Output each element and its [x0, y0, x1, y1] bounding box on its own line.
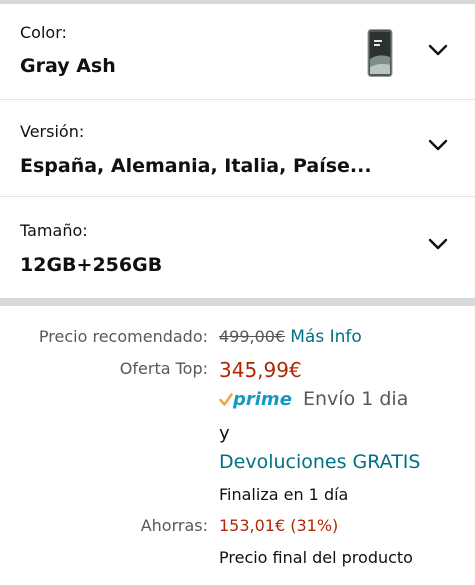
and-text: y	[219, 423, 230, 444]
list-price-label: Precio recomendado:	[38, 327, 208, 346]
savings-value: 153,01€ (31%)	[219, 516, 339, 535]
deal-ends-text: Finaliza en 1 día	[219, 485, 349, 504]
prime-check-icon	[219, 393, 233, 406]
shipping-text: Envío 1 dia	[303, 388, 409, 410]
variant-row-size[interactable]: Tamaño: 12GB+256GB	[0, 201, 475, 297]
variant-row-color[interactable]: Color: Gray Ash	[0, 4, 475, 100]
variant-label-color: Color:	[20, 23, 67, 42]
variant-label-version: Versión:	[20, 122, 85, 141]
chevron-down-icon[interactable]	[428, 43, 448, 57]
chevron-down-icon[interactable]	[428, 237, 448, 251]
prime-logo-text: prime	[233, 389, 292, 410]
prime-shipping-row: prime Envío 1 dia	[219, 388, 408, 410]
free-returns-link[interactable]: Devoluciones GRATIS	[219, 451, 420, 473]
section-divider	[0, 298, 475, 306]
variant-value-color: Gray Ash	[20, 55, 116, 77]
variant-value-size: 12GB+256GB	[20, 254, 163, 276]
savings-label: Ahorras:	[140, 516, 208, 535]
list-price-row: 499,00€ Más Info	[219, 327, 362, 347]
deal-label: Oferta Top:	[119, 359, 208, 378]
final-price-note: Precio final del producto	[219, 548, 413, 567]
variant-row-version[interactable]: Versión: España, Alemania, Italia, Paíse…	[0, 101, 475, 197]
list-price: 499,00€	[219, 327, 286, 346]
deal-price: 345,99€	[219, 358, 302, 382]
chevron-down-icon[interactable]	[428, 138, 448, 152]
phone-thumbnail	[367, 29, 393, 77]
more-info-link[interactable]: Más Info	[290, 327, 362, 347]
variant-label-size: Tamaño:	[20, 221, 88, 240]
variant-value-version: España, Alemania, Italia, Paíse...	[20, 155, 372, 177]
